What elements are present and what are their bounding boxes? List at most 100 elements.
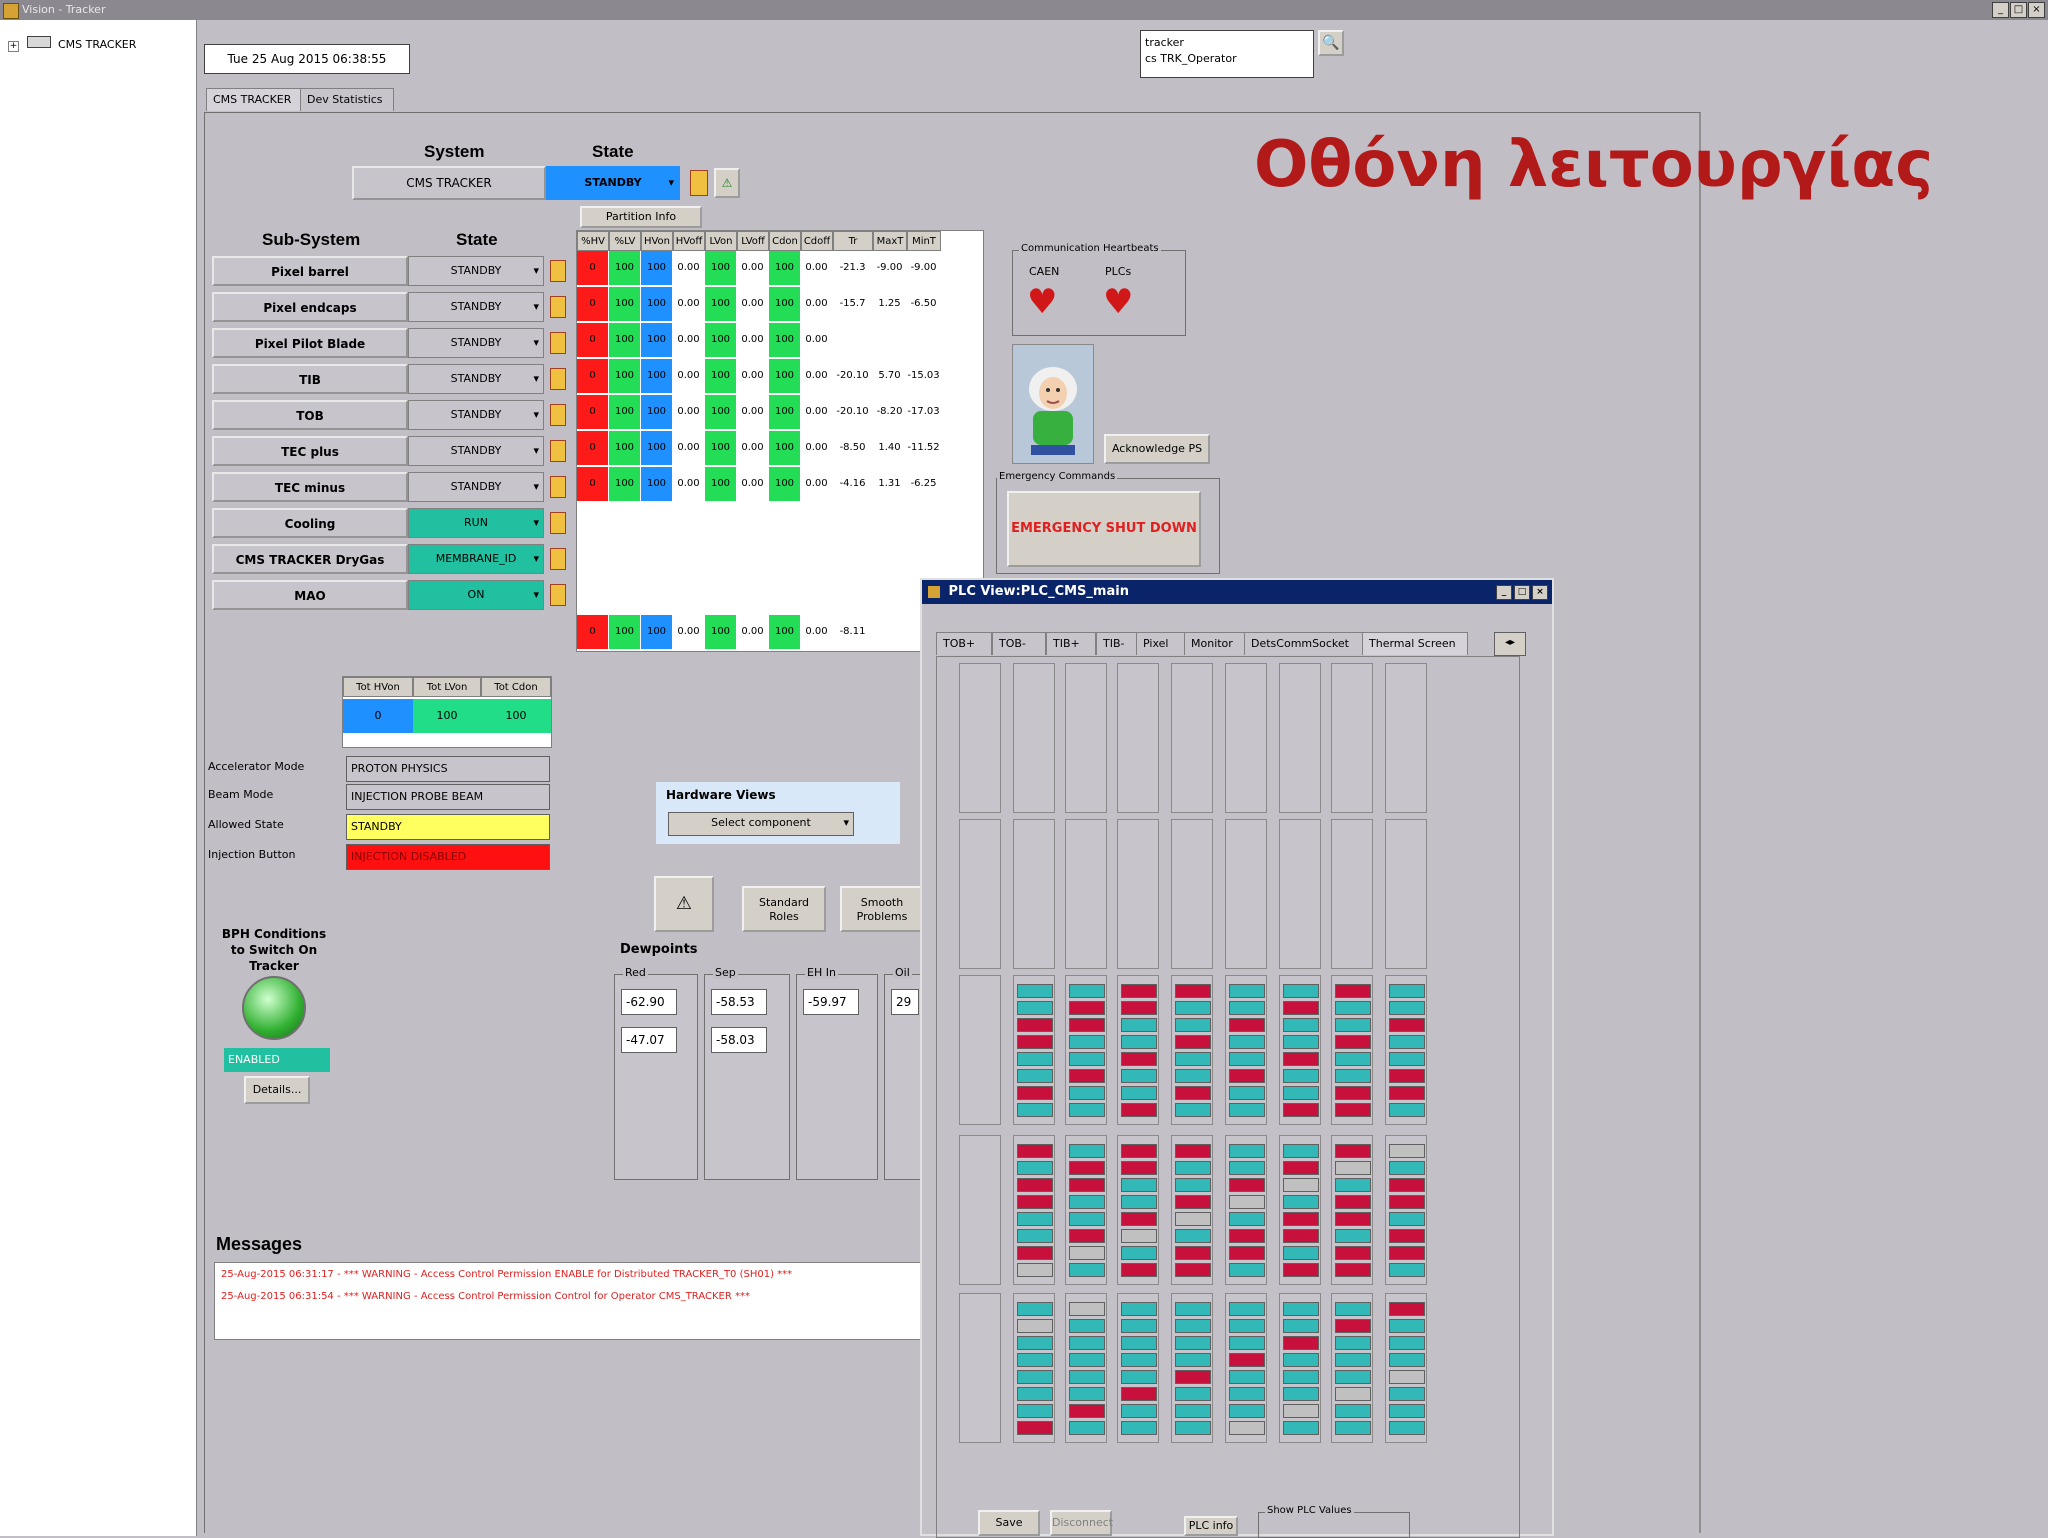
thermal-sensor-cell[interactable] [1069, 1421, 1105, 1435]
thermal-sensor-cell[interactable] [1175, 1035, 1211, 1049]
thermal-sensor-cell[interactable] [1069, 1353, 1105, 1367]
thermal-sensor-cell[interactable] [1175, 984, 1211, 998]
thermal-sensor-cell[interactable] [1017, 1178, 1053, 1192]
system-name-button[interactable]: CMS TRACKER [352, 166, 546, 200]
thermal-sensor-cell[interactable] [1389, 1229, 1425, 1243]
subsystem-state-select[interactable]: RUN ▾ [408, 508, 544, 538]
thermal-sensor-cell[interactable] [1335, 1086, 1371, 1100]
thermal-sensor-cell[interactable] [1175, 1178, 1211, 1192]
thermal-sensor-cell[interactable] [1121, 1178, 1157, 1192]
thermal-sensor-cell[interactable] [1069, 1001, 1105, 1015]
thermal-sensor-cell[interactable] [1283, 1103, 1319, 1117]
maximize-icon[interactable]: □ [2010, 2, 2027, 18]
thermal-sensor-cell[interactable] [1389, 1387, 1425, 1401]
subsystem-state-select[interactable]: STANDBY ▾ [408, 292, 544, 322]
thermal-sensor-cell[interactable] [1069, 1178, 1105, 1192]
thermal-sensor-cell[interactable] [1175, 1319, 1211, 1333]
subsystem-name-button[interactable]: TEC minus [212, 472, 408, 502]
subsystem-state-select[interactable]: MEMBRANE_ID ▾ [408, 544, 544, 574]
thermal-sensor-cell[interactable] [1283, 1069, 1319, 1083]
thermal-sensor-cell[interactable] [1017, 1001, 1053, 1015]
acknowledge-ps-button[interactable]: Acknowledge PS [1104, 434, 1210, 464]
thermal-sensor-cell[interactable] [1175, 1353, 1211, 1367]
thermal-sensor-cell[interactable] [1229, 1336, 1265, 1350]
thermal-sensor-cell[interactable] [1175, 1161, 1211, 1175]
thermal-sensor-cell[interactable] [1017, 1370, 1053, 1384]
thermal-sensor-cell[interactable] [1283, 1370, 1319, 1384]
thermal-sensor-cell[interactable] [1017, 1018, 1053, 1032]
expand-icon[interactable]: + [8, 41, 19, 52]
thermal-sensor-cell[interactable] [1335, 1302, 1371, 1316]
subsystem-name-button[interactable]: TOB [212, 400, 408, 430]
partition-info-button[interactable]: Partition Info [580, 206, 702, 228]
thermal-sensor-cell[interactable] [1389, 1421, 1425, 1435]
thermal-sensor-cell[interactable] [1175, 1195, 1211, 1209]
thermal-sensor-cell[interactable] [1229, 1195, 1265, 1209]
thermal-sensor-cell[interactable] [1017, 1263, 1053, 1277]
thermal-sensor-cell[interactable] [1069, 1404, 1105, 1418]
subsystem-state-select[interactable]: STANDBY ▾ [408, 364, 544, 394]
subsystem-name-button[interactable]: TIB [212, 364, 408, 394]
thermal-sensor-cell[interactable] [1389, 1001, 1425, 1015]
thermal-sensor-cell[interactable] [1229, 1353, 1265, 1367]
subsystem-state-select[interactable]: STANDBY ▾ [408, 256, 544, 286]
thermal-sensor-cell[interactable] [1175, 1052, 1211, 1066]
plc-tab-thermal-screen[interactable]: Thermal Screen [1362, 632, 1468, 655]
thermal-sensor-cell[interactable] [1017, 1246, 1053, 1260]
thermal-sensor-cell[interactable] [1389, 1353, 1425, 1367]
plc-tab-pixel[interactable]: Pixel [1136, 632, 1186, 655]
thermal-sensor-cell[interactable] [1121, 1387, 1157, 1401]
thermal-sensor-cell[interactable] [1389, 1069, 1425, 1083]
thermal-sensor-cell[interactable] [1283, 1212, 1319, 1226]
thermal-sensor-cell[interactable] [1121, 1353, 1157, 1367]
thermal-sensor-cell[interactable] [1283, 1263, 1319, 1277]
subsystem-lock-icon[interactable] [550, 548, 566, 570]
thermal-sensor-cell[interactable] [1017, 1161, 1053, 1175]
thermal-sensor-cell[interactable] [1389, 1336, 1425, 1350]
thermal-sensor-cell[interactable] [1017, 1229, 1053, 1243]
thermal-sensor-cell[interactable] [1389, 1144, 1425, 1158]
bph-details-button[interactable]: Details... [244, 1076, 310, 1104]
thermal-sensor-cell[interactable] [1017, 984, 1053, 998]
thermal-sensor-cell[interactable] [1335, 1263, 1371, 1277]
subsystem-lock-icon[interactable] [550, 332, 566, 354]
tab-dev-statistics[interactable]: Dev Statistics [300, 88, 394, 111]
close-icon[interactable]: × [1532, 585, 1548, 600]
thermal-sensor-cell[interactable] [1229, 1387, 1265, 1401]
thermal-sensor-cell[interactable] [1017, 1103, 1053, 1117]
thermal-sensor-cell[interactable] [1389, 1302, 1425, 1316]
thermal-sensor-cell[interactable] [1283, 1229, 1319, 1243]
thermal-sensor-cell[interactable] [1069, 1052, 1105, 1066]
thermal-sensor-cell[interactable] [1335, 1336, 1371, 1350]
thermal-sensor-cell[interactable] [1335, 1353, 1371, 1367]
subsystem-lock-icon[interactable] [550, 476, 566, 498]
subsystem-name-button[interactable]: TEC plus [212, 436, 408, 466]
thermal-sensor-cell[interactable] [1069, 1018, 1105, 1032]
thermal-sensor-cell[interactable] [1175, 1302, 1211, 1316]
thermal-sensor-cell[interactable] [1017, 1035, 1053, 1049]
thermal-sensor-cell[interactable] [1283, 1001, 1319, 1015]
maximize-icon[interactable]: □ [1514, 585, 1530, 600]
thermal-sensor-cell[interactable] [1175, 1001, 1211, 1015]
thermal-sensor-cell[interactable] [1121, 1161, 1157, 1175]
system-fsm-icon[interactable]: ⚠ [714, 168, 740, 198]
thermal-sensor-cell[interactable] [1175, 1103, 1211, 1117]
thermal-sensor-cell[interactable] [1389, 1263, 1425, 1277]
thermal-sensor-cell[interactable] [1229, 1319, 1265, 1333]
minimize-icon[interactable]: _ [1992, 2, 2009, 18]
thermal-sensor-cell[interactable] [1069, 1370, 1105, 1384]
thermal-sensor-cell[interactable] [1335, 1178, 1371, 1192]
thermal-sensor-cell[interactable] [1175, 1404, 1211, 1418]
thermal-sensor-cell[interactable] [1175, 1263, 1211, 1277]
thermal-sensor-cell[interactable] [1175, 1246, 1211, 1260]
thermal-sensor-cell[interactable] [1121, 1018, 1157, 1032]
thermal-sensor-cell[interactable] [1017, 1195, 1053, 1209]
thermal-sensor-cell[interactable] [1283, 984, 1319, 998]
system-lock-icon[interactable] [690, 170, 708, 196]
thermal-sensor-cell[interactable] [1017, 1086, 1053, 1100]
thermal-sensor-cell[interactable] [1229, 1086, 1265, 1100]
thermal-sensor-cell[interactable] [1229, 1229, 1265, 1243]
thermal-sensor-cell[interactable] [1283, 1035, 1319, 1049]
thermal-sensor-cell[interactable] [1335, 1069, 1371, 1083]
thermal-sensor-cell[interactable] [1069, 1103, 1105, 1117]
